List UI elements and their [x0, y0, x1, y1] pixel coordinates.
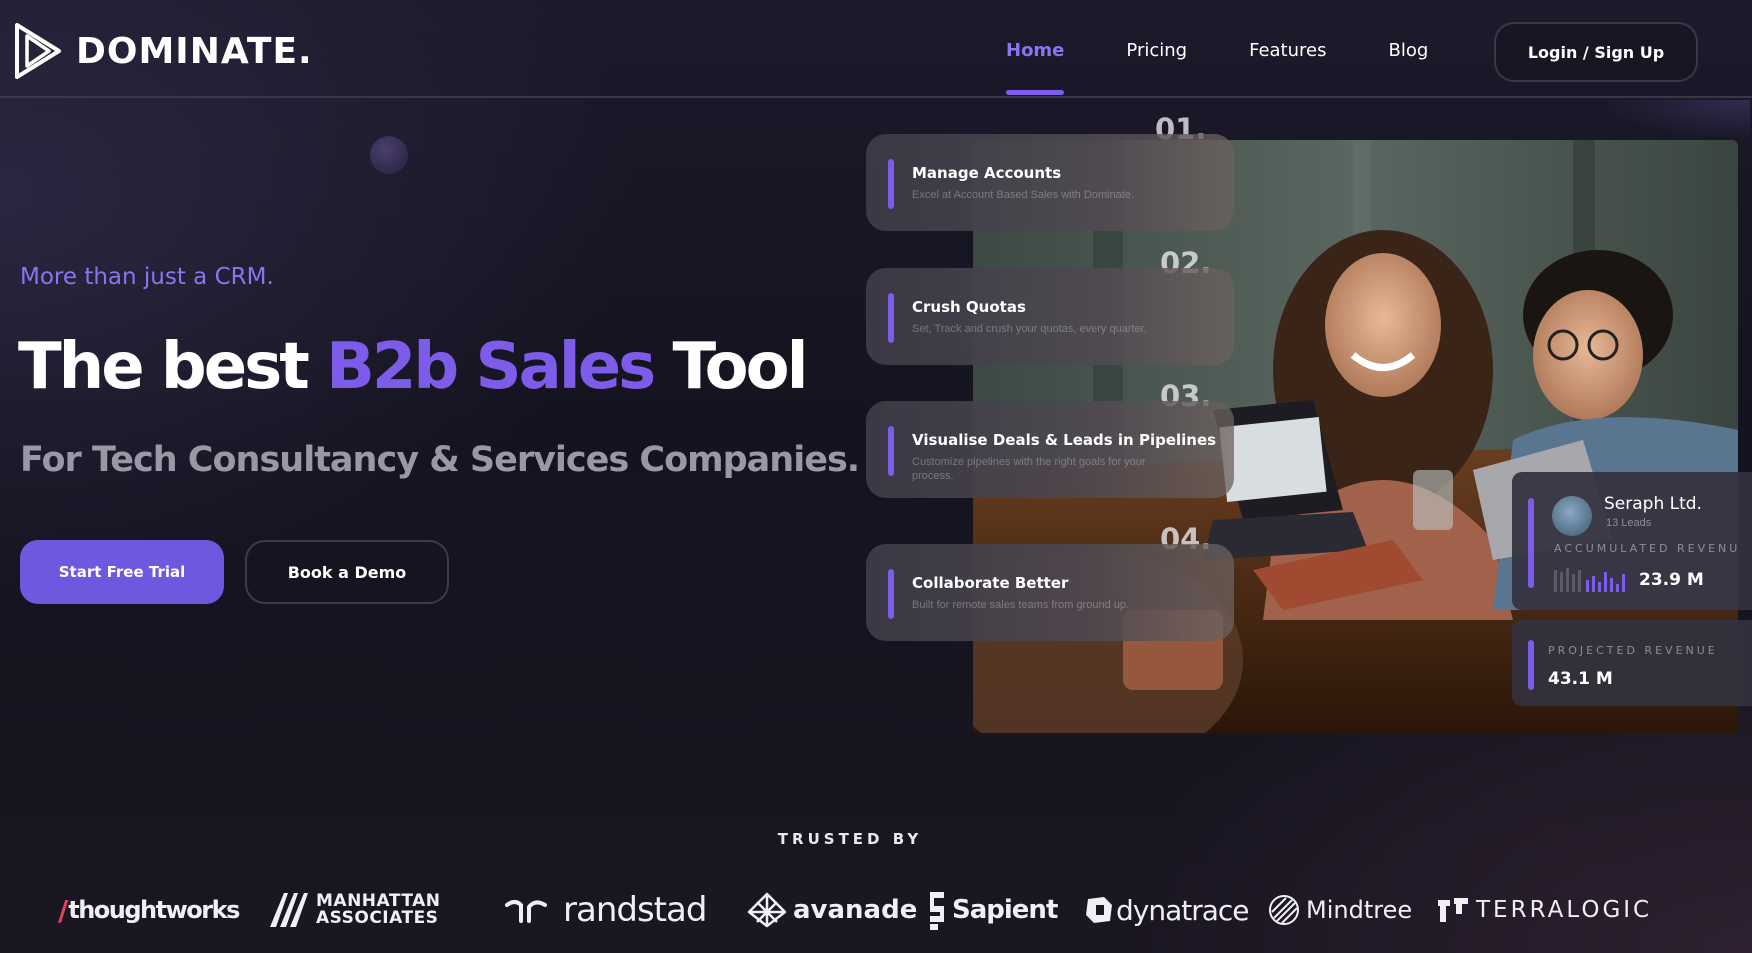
nav-home[interactable]: Home — [1006, 40, 1065, 95]
terralogic-logo: TERRALOGIC — [1436, 886, 1652, 934]
dynatrace-mark-icon — [1086, 897, 1112, 923]
thoughtworks-label: thoughtworks — [68, 896, 240, 924]
mindtree-logo: Mindtree — [1268, 886, 1412, 934]
feature-description: Set, Track and crush your quotas, every … — [912, 323, 1147, 335]
randstad-label: randstad — [563, 890, 707, 930]
login-signup-button[interactable]: Login / Sign Up — [1494, 22, 1698, 82]
company-name: Seraph Ltd. — [1604, 494, 1702, 514]
headline-accent: B2b Sales — [326, 330, 656, 404]
nav-links: Home Pricing Features Blog — [1006, 40, 1428, 95]
accent-bar — [888, 569, 894, 619]
hero-tagline: More than just a CRM. — [20, 264, 274, 290]
accumulated-revenue-label: ACCUMULATED REVENU — [1554, 542, 1741, 555]
feature-card-collaborate-better[interactable]: Collaborate Better Built for remote sale… — [866, 544, 1234, 641]
dynatrace-logo: dynatrace — [1084, 886, 1250, 934]
trusted-by-heading: TRUSTED BY — [777, 830, 923, 848]
mindtree-label: Mindtree — [1306, 896, 1413, 924]
sapient-logo: Sapient — [924, 886, 1058, 934]
terralogic-label: TERRALOGIC — [1476, 897, 1653, 923]
nav-blog[interactable]: Blog — [1388, 40, 1428, 61]
sapient-label: Sapient — [952, 895, 1058, 925]
randstad-logo: randstad — [505, 886, 707, 934]
projected-revenue-label: PROJECTED REVENUE — [1548, 644, 1718, 657]
feature-title: Crush Quotas — [912, 298, 1026, 316]
feature-description: Customize pipelines with the right goals… — [912, 456, 1146, 482]
randstad-mark-icon — [505, 900, 547, 923]
brand-logo[interactable]: DOMINATE. — [14, 22, 313, 80]
hero-subheading: For Tech Consultancy & Services Companie… — [20, 440, 860, 480]
feature-card-crush-quotas[interactable]: Crush Quotas Set, Track and crush your q… — [866, 268, 1234, 365]
terralogic-mark-icon — [1438, 898, 1468, 922]
book-demo-button[interactable]: Book a Demo — [245, 540, 449, 604]
client-logos: / thoughtworks MANHATTAN ASSOCIATES rand… — [0, 886, 1752, 934]
dynatrace-label: dynatrace — [1116, 893, 1250, 927]
company-avatar — [1552, 496, 1592, 536]
accent-bar — [888, 426, 894, 476]
manhattan-mark-icon — [270, 893, 308, 927]
avanade-label: avanade — [793, 895, 918, 925]
feature-card-manage-accounts[interactable]: Manage Accounts Excel at Account Based S… — [866, 134, 1234, 231]
decorative-glow — [1600, 100, 1750, 140]
projected-revenue-card: PROJECTED REVENUE 43.1 M — [1512, 620, 1752, 706]
manhattan-associates-logo: MANHATTAN ASSOCIATES — [270, 886, 441, 934]
thoughtworks-logo: / thoughtworks — [58, 886, 240, 934]
slash-mark: / — [58, 893, 69, 927]
manhattan-wordmark: MANHATTAN ASSOCIATES — [316, 893, 441, 927]
headline-post: Tool — [653, 330, 809, 404]
feature-title: Manage Accounts — [912, 164, 1062, 182]
feature-title: Collaborate Better — [912, 574, 1069, 592]
start-free-trial-button[interactable]: Start Free Trial — [20, 540, 224, 604]
accumulated-revenue-value: 23.9 M — [1639, 570, 1704, 590]
account-stats-card: Seraph Ltd. 13 Leads ACCUMULATED REVENU … — [1512, 472, 1752, 610]
play-logo-icon — [15, 23, 61, 79]
headline-pre: The best — [18, 330, 327, 404]
feature-card-visualise-pipelines[interactable]: Visualise Deals & Leads in Pipelines Cus… — [866, 401, 1234, 498]
mindtree-mark-icon — [1269, 895, 1299, 925]
nav-pricing[interactable]: Pricing — [1126, 40, 1187, 61]
revenue-bars-icon — [1554, 568, 1625, 592]
accent-bar — [888, 293, 894, 343]
feature-description: Excel at Account Based Sales with Domina… — [912, 189, 1134, 201]
projected-revenue-value: 43.1 M — [1548, 669, 1613, 689]
accent-bar — [888, 159, 894, 209]
avanade-logo: avanade — [747, 886, 917, 934]
brand-name: DOMINATE. — [76, 30, 313, 72]
avanade-mark-icon — [747, 892, 787, 928]
feature-title: Visualise Deals & Leads in Pipelines — [912, 431, 1217, 449]
feature-description: Built for remote sales teams from ground… — [912, 599, 1130, 611]
sapient-mark-icon — [930, 892, 944, 930]
accent-bar — [1528, 498, 1534, 588]
nav-features[interactable]: Features — [1249, 40, 1326, 61]
lead-count: 13 Leads — [1606, 517, 1652, 529]
decorative-orb — [370, 136, 408, 174]
accent-bar — [1528, 640, 1534, 690]
manhattan-line2: ASSOCIATES — [316, 908, 439, 928]
top-nav: DOMINATE. Home Pricing Features Blog Log… — [0, 0, 1752, 98]
hero-headline: The best B2b Sales Tool — [18, 330, 809, 404]
